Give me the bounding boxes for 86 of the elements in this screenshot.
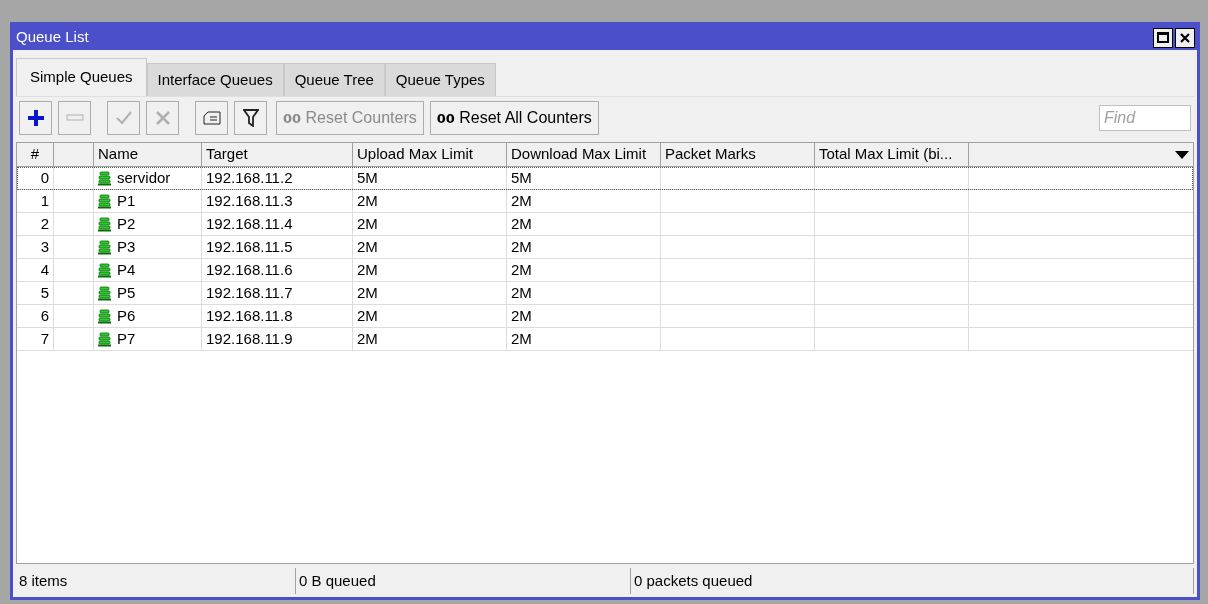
maximize-button[interactable]	[1153, 27, 1173, 48]
column-header[interactable]: Download Max Limit	[507, 143, 661, 166]
tab[interactable]: Queue Tree	[283, 63, 385, 96]
queue-icon	[98, 170, 111, 186]
queue-icon	[98, 239, 111, 255]
add-button[interactable]	[19, 100, 52, 135]
check-icon	[114, 109, 133, 126]
close-button[interactable]	[1175, 27, 1195, 48]
column-header[interactable]: #	[17, 143, 54, 166]
column-header[interactable]: Total Max Limit (bi...	[815, 143, 969, 166]
table-row[interactable]: 4 P4 192.168.11.6 2M 2M	[17, 259, 1193, 282]
column-header[interactable]: Target	[202, 143, 353, 166]
table-cell: 4	[17, 259, 54, 282]
table-cell: 2M	[507, 305, 661, 328]
table-cell: 2M	[353, 282, 507, 305]
queue-icon	[98, 308, 111, 324]
table-row[interactable]: 0 servidor 192.168.11.2 5M 5M	[17, 167, 1193, 190]
filter-icon	[242, 108, 259, 127]
tab[interactable]: Simple Queues	[16, 58, 147, 96]
table-cell-text: servidor	[117, 167, 171, 188]
table-cell-text: P3	[117, 236, 136, 257]
status-text: 0 packets queued	[634, 570, 753, 591]
minus-icon	[65, 113, 84, 122]
table-cell-text: P5	[117, 282, 136, 303]
table-row[interactable]: 2 P2 192.168.11.4 2M 2M	[17, 213, 1193, 236]
table-cell: 192.168.11.7	[202, 282, 353, 305]
table-cell: 0	[17, 167, 54, 190]
table-cell: 2M	[507, 259, 661, 282]
table-cell: 192.168.11.8	[202, 305, 353, 328]
filter-button[interactable]	[234, 100, 267, 135]
queue-icon	[98, 262, 111, 278]
note-icon	[202, 110, 221, 125]
queue-icon	[98, 285, 111, 301]
table-cell-text: P6	[117, 305, 136, 326]
table-cell: 2M	[507, 328, 661, 351]
table-cell: 192.168.11.9	[202, 328, 353, 351]
dropdown-icon	[1175, 150, 1189, 159]
table-cell: 192.168.11.5	[202, 236, 353, 259]
table-cell: 2M	[353, 213, 507, 236]
table-cell: 2	[17, 213, 54, 236]
comment-button[interactable]	[195, 100, 228, 135]
table-cell: 2M	[507, 282, 661, 305]
table-cell: 2M	[353, 305, 507, 328]
column-header[interactable]: Upload Max Limit	[353, 143, 507, 166]
table-cell: 2M	[507, 236, 661, 259]
table-cell: 5	[17, 282, 54, 305]
close-icon	[1179, 31, 1191, 44]
reset-counters-button[interactable]: 00 Reset All Counters	[429, 100, 599, 135]
tab[interactable]: Interface Queues	[146, 63, 284, 96]
table-row[interactable]: 3 P3 192.168.11.5 2M 2M	[17, 236, 1193, 259]
table-cell: 2M	[353, 328, 507, 351]
table-cell: 2M	[353, 259, 507, 282]
table-cell-text: P1	[117, 190, 136, 211]
table-cell: 2M	[507, 190, 661, 213]
queue-icon	[98, 193, 111, 209]
plus-icon	[26, 108, 45, 127]
table-cell: 192.168.11.2	[202, 167, 353, 190]
queue-icon	[98, 331, 111, 347]
table-row[interactable]: 6 P6 192.168.11.8 2M 2M	[17, 305, 1193, 328]
table-cell: 6	[17, 305, 54, 328]
status-text: 8 items	[19, 570, 68, 591]
table-cell: 2M	[353, 190, 507, 213]
table-cell: 3	[17, 236, 54, 259]
column-header[interactable]: Name	[94, 143, 202, 166]
queue-icon	[98, 216, 111, 232]
table-cell: 192.168.11.4	[202, 213, 353, 236]
status-text: 0 B queued	[299, 570, 376, 591]
table-cell: 192.168.11.3	[202, 190, 353, 213]
table-cell: 5M	[353, 167, 507, 190]
table-cell: 192.168.11.6	[202, 259, 353, 282]
cross-icon	[154, 109, 171, 126]
table-cell: 2M	[507, 213, 661, 236]
table-cell: 2M	[353, 236, 507, 259]
table-cell: 5M	[507, 167, 661, 190]
table-row[interactable]: 1 P1 192.168.11.3 2M 2M	[17, 190, 1193, 213]
table-cell-text: P2	[117, 213, 136, 234]
column-header[interactable]: Packet Marks	[661, 143, 815, 166]
table-cell: 1	[17, 190, 54, 213]
table-row[interactable]: 5 P5 192.168.11.7 2M 2M	[17, 282, 1193, 305]
find-field[interactable]: Find	[1099, 104, 1191, 131]
table-row[interactable]: 7 P7 192.168.11.9 2M 2M	[17, 328, 1193, 351]
table-cell-text: P7	[117, 328, 136, 349]
table-cell-text: P4	[117, 259, 136, 280]
window-title: Queue List	[16, 27, 89, 48]
table-cell: 7	[17, 328, 54, 351]
tab[interactable]: Queue Types	[384, 63, 496, 96]
